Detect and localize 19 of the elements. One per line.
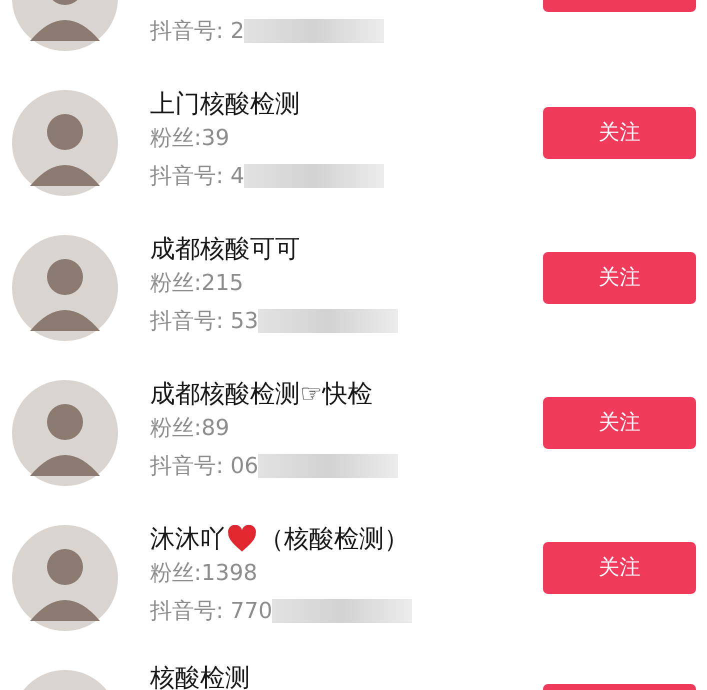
fans-count: 粉丝:1398 bbox=[150, 560, 258, 588]
douyin-id: 抖音号: 53 bbox=[150, 308, 258, 336]
heart-icon bbox=[227, 525, 257, 553]
account-name: 成都核酸可可 bbox=[150, 233, 301, 265]
follow-button[interactable]: 关注 bbox=[543, 542, 696, 594]
douyin-id: 抖音号: 06 bbox=[150, 452, 258, 480]
account-name: 成都核酸检测☞快检 bbox=[150, 378, 374, 410]
douyin-id: 抖音号: 770 bbox=[150, 598, 272, 626]
fans-count: 粉丝:215 bbox=[150, 270, 244, 298]
follow-button[interactable]: 关注 bbox=[543, 397, 696, 449]
douyin-id: 抖音号: 4 bbox=[150, 162, 244, 190]
account-name: 沐沐吖 （核酸检测） bbox=[150, 523, 410, 555]
follow-button[interactable]: 关注 bbox=[543, 252, 696, 304]
account-name: 上门核酸检测 bbox=[150, 88, 301, 120]
account-name: 核酸检测 bbox=[150, 662, 251, 690]
follow-button[interactable]: 关注 bbox=[543, 107, 696, 159]
douyin-id: 抖音号: 2 bbox=[150, 18, 244, 46]
fans-count: 粉丝:89 bbox=[150, 415, 230, 443]
fans-count: 粉丝:39 bbox=[150, 125, 230, 153]
